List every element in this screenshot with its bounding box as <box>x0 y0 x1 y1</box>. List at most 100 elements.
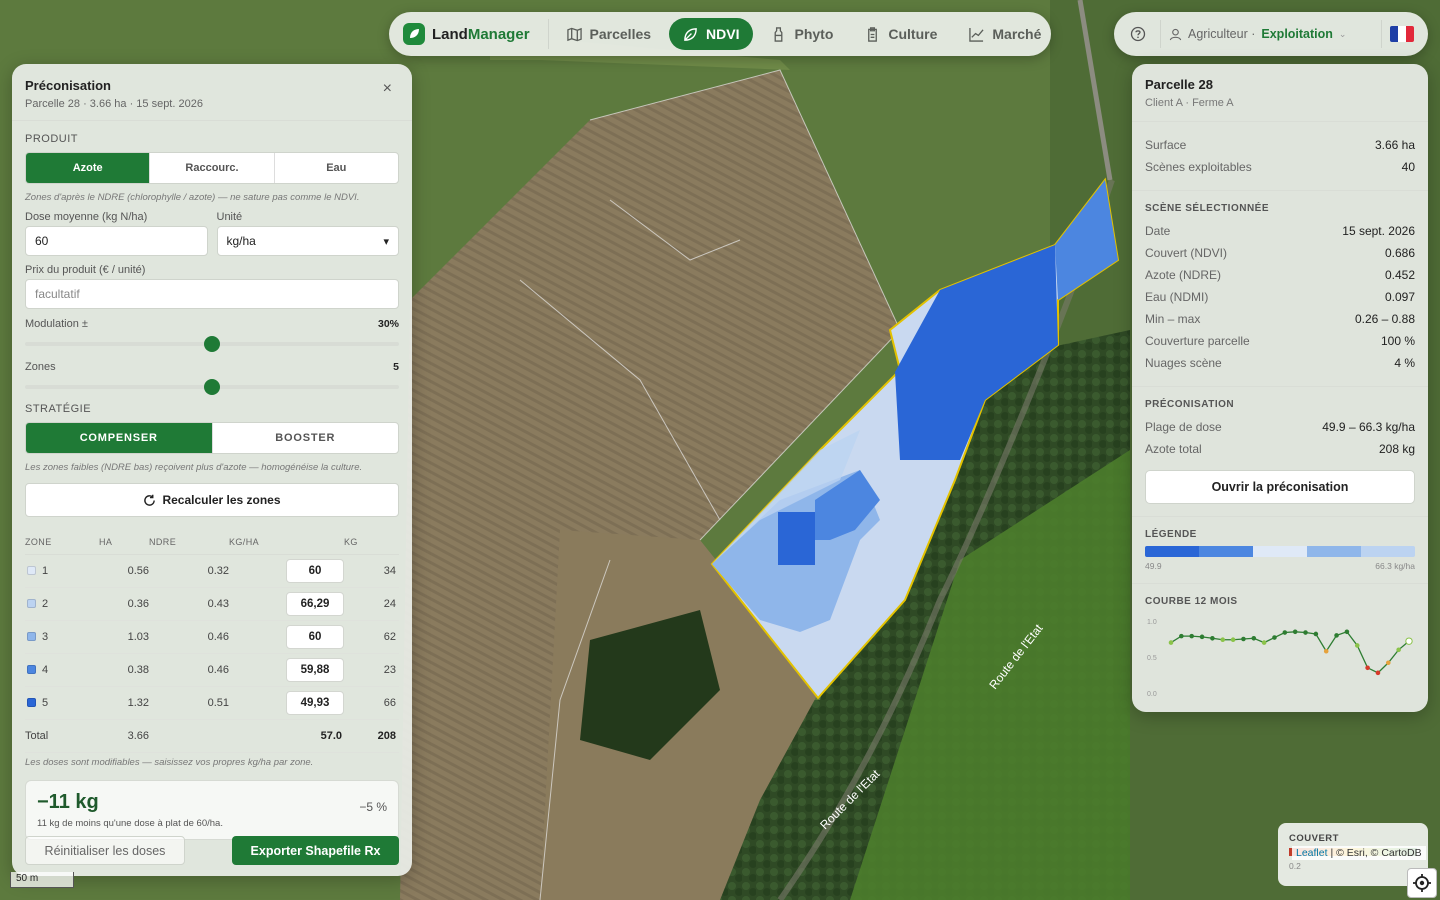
zone-dose-input[interactable]: 60 <box>286 625 344 649</box>
savings-card: −11 kg −5 % 11 kg de moins qu'une dose à… <box>25 780 399 840</box>
unit-select[interactable]: kg/ha ▾ <box>216 226 399 256</box>
legend-swatch <box>1145 546 1199 557</box>
tab-phyto[interactable]: Phyto <box>757 18 847 50</box>
chart-point[interactable] <box>1210 635 1215 641</box>
reset-doses-button[interactable]: Réinitialiser les doses <box>25 836 185 865</box>
ndvi-series-line <box>1170 631 1410 674</box>
panel-subtitle: Parcelle 28 · 3.66 ha · 15 sept. 2026 <box>25 98 203 110</box>
slider-handle[interactable] <box>204 336 220 352</box>
dose-input[interactable]: 60 <box>25 226 208 256</box>
product-azote[interactable]: Azote <box>26 153 151 183</box>
strategy-label: STRATÉGIE <box>25 403 92 415</box>
export-shapefile-button[interactable]: Exporter Shapefile Rx <box>232 836 399 865</box>
parcel-info-panel: Parcelle 28 Client A · Ferme A Surface 3.… <box>1132 64 1428 712</box>
chart-point[interactable] <box>1344 629 1350 635</box>
tab-culture[interactable]: Culture <box>851 18 951 50</box>
zone-dose-input[interactable]: 49,93 <box>286 691 344 715</box>
zone-color-swatch <box>27 698 36 707</box>
chart-point[interactable] <box>1168 640 1174 645</box>
product-selector: Azote Raccourc. Eau <box>25 152 399 184</box>
product-raccourc[interactable]: Raccourc. <box>150 153 275 183</box>
locate-icon[interactable] <box>1407 868 1437 898</box>
recalculate-button[interactable]: Recalculer les zones <box>25 483 399 517</box>
product-eau[interactable]: Eau <box>275 153 398 183</box>
prescription-panel: Préconisation Parcelle 28 · 3.66 ha · 15… <box>12 64 412 876</box>
price-input[interactable]: facultatif <box>25 279 399 309</box>
chart-point[interactable] <box>1365 665 1370 671</box>
product-hint: Zones d'après le NDRE (chlorophylle / az… <box>25 192 360 203</box>
divider <box>1381 20 1382 48</box>
table-row: 5 1.32 0.51 49,93 66 <box>25 686 399 720</box>
ndvi-12-month-chart[interactable]: 1.0 0.5 0.0 <box>1145 613 1415 701</box>
user-role: Agriculteur · <box>1188 27 1256 41</box>
tab-marche[interactable]: Marché <box>955 18 1055 50</box>
zones-slider[interactable]: Zones 5 <box>25 361 399 395</box>
strategy-booster[interactable]: BOOSTER <box>213 423 399 453</box>
chart-point[interactable] <box>1303 630 1308 635</box>
close-icon[interactable]: × <box>383 80 392 98</box>
user-farm: Exploitation <box>1261 27 1333 41</box>
kv-date: Date 15 sept. 2026 <box>1145 224 1415 238</box>
savings-amount: −11 kg <box>37 791 99 813</box>
chart-point[interactable] <box>1386 660 1391 666</box>
scene-section-title: SCÈNE SÉLECTIONNÉE <box>1145 203 1270 214</box>
chart-point[interactable] <box>1220 637 1226 643</box>
chart-point[interactable] <box>1292 629 1298 635</box>
modulation-slider[interactable]: Modulation ±30% <box>25 318 399 352</box>
panel-title: Préconisation <box>25 78 111 93</box>
legend-min: 49.9 <box>1145 561 1162 571</box>
chart-point[interactable] <box>1396 647 1401 653</box>
kv-total-nitrogen: Azote total 208 kg <box>1145 442 1415 456</box>
chevron-down-icon: ▾ <box>383 235 389 248</box>
chart-point[interactable] <box>1282 630 1288 635</box>
zone-color-swatch <box>27 665 36 674</box>
strategy-selector: COMPENSER BOOSTER <box>25 422 399 454</box>
unit-label: Unité <box>216 211 243 223</box>
leaflet-link[interactable]: Leaflet <box>1296 847 1328 859</box>
y-tick-label: 0.5 <box>1147 655 1157 662</box>
legend-swatch <box>1307 546 1361 557</box>
kv-ndmi: Eau (NDMI) 0.097 <box>1145 290 1415 304</box>
open-prescription-button[interactable]: Ouvrir la préconisation <box>1145 470 1415 504</box>
zone-color-swatch <box>27 632 36 641</box>
chart-point[interactable] <box>1230 637 1236 643</box>
divider <box>1160 20 1161 48</box>
chart-point[interactable] <box>1334 633 1339 638</box>
user-menu[interactable]: Agriculteur · Exploitation ⌄ <box>1169 27 1373 41</box>
y-tick-label: 1.0 <box>1147 619 1157 626</box>
chart-point[interactable] <box>1261 640 1267 645</box>
chart-point[interactable] <box>1313 631 1319 637</box>
slider-handle[interactable] <box>204 379 220 395</box>
chart-line-icon <box>969 27 984 42</box>
chart-point[interactable] <box>1241 636 1246 642</box>
tab-parcelles[interactable]: Parcelles <box>553 18 666 50</box>
table-row: 2 0.36 0.43 66,29 24 <box>25 587 399 621</box>
zone-dose-input[interactable]: 60 <box>286 559 344 583</box>
language-flag-icon[interactable] <box>1390 26 1414 42</box>
map-attribution: Leaflet | © Esri, © CartoDB <box>1292 846 1426 860</box>
parcel-title: Parcelle 28 <box>1145 77 1213 92</box>
zone-dose-input[interactable]: 66,29 <box>286 592 344 616</box>
main-navigation: LandManager Parcelles NDVI Phyto Culture… <box>389 12 1051 56</box>
tab-ndvi[interactable]: NDVI <box>669 18 754 50</box>
brand[interactable]: LandManager <box>397 19 549 49</box>
help-icon[interactable] <box>1124 20 1152 48</box>
strategy-compenser[interactable]: COMPENSER <box>26 423 213 453</box>
chart-point[interactable] <box>1251 635 1257 641</box>
zone-dose-input[interactable]: 59,88 <box>286 658 344 682</box>
chart-point[interactable] <box>1405 637 1413 645</box>
chart-point[interactable] <box>1375 670 1381 676</box>
chart-point[interactable] <box>1272 635 1277 640</box>
chart-point[interactable] <box>1189 633 1194 639</box>
chart-point[interactable] <box>1199 634 1205 640</box>
savings-percent: −5 % <box>359 800 387 814</box>
chart-point[interactable] <box>1323 648 1329 654</box>
kv-dose-range: Plage de dose 49.9 – 66.3 kg/ha <box>1145 420 1415 434</box>
strategy-hint: Les zones faibles (NDRE bas) reçoivent p… <box>25 462 363 473</box>
chart-point[interactable] <box>1179 633 1184 639</box>
dose-legend-bar <box>1145 546 1415 557</box>
zone-color-swatch <box>27 599 36 608</box>
leaf-logo-icon <box>403 23 425 45</box>
chart-point[interactable] <box>1354 643 1360 648</box>
zone-color-swatch <box>27 566 36 575</box>
